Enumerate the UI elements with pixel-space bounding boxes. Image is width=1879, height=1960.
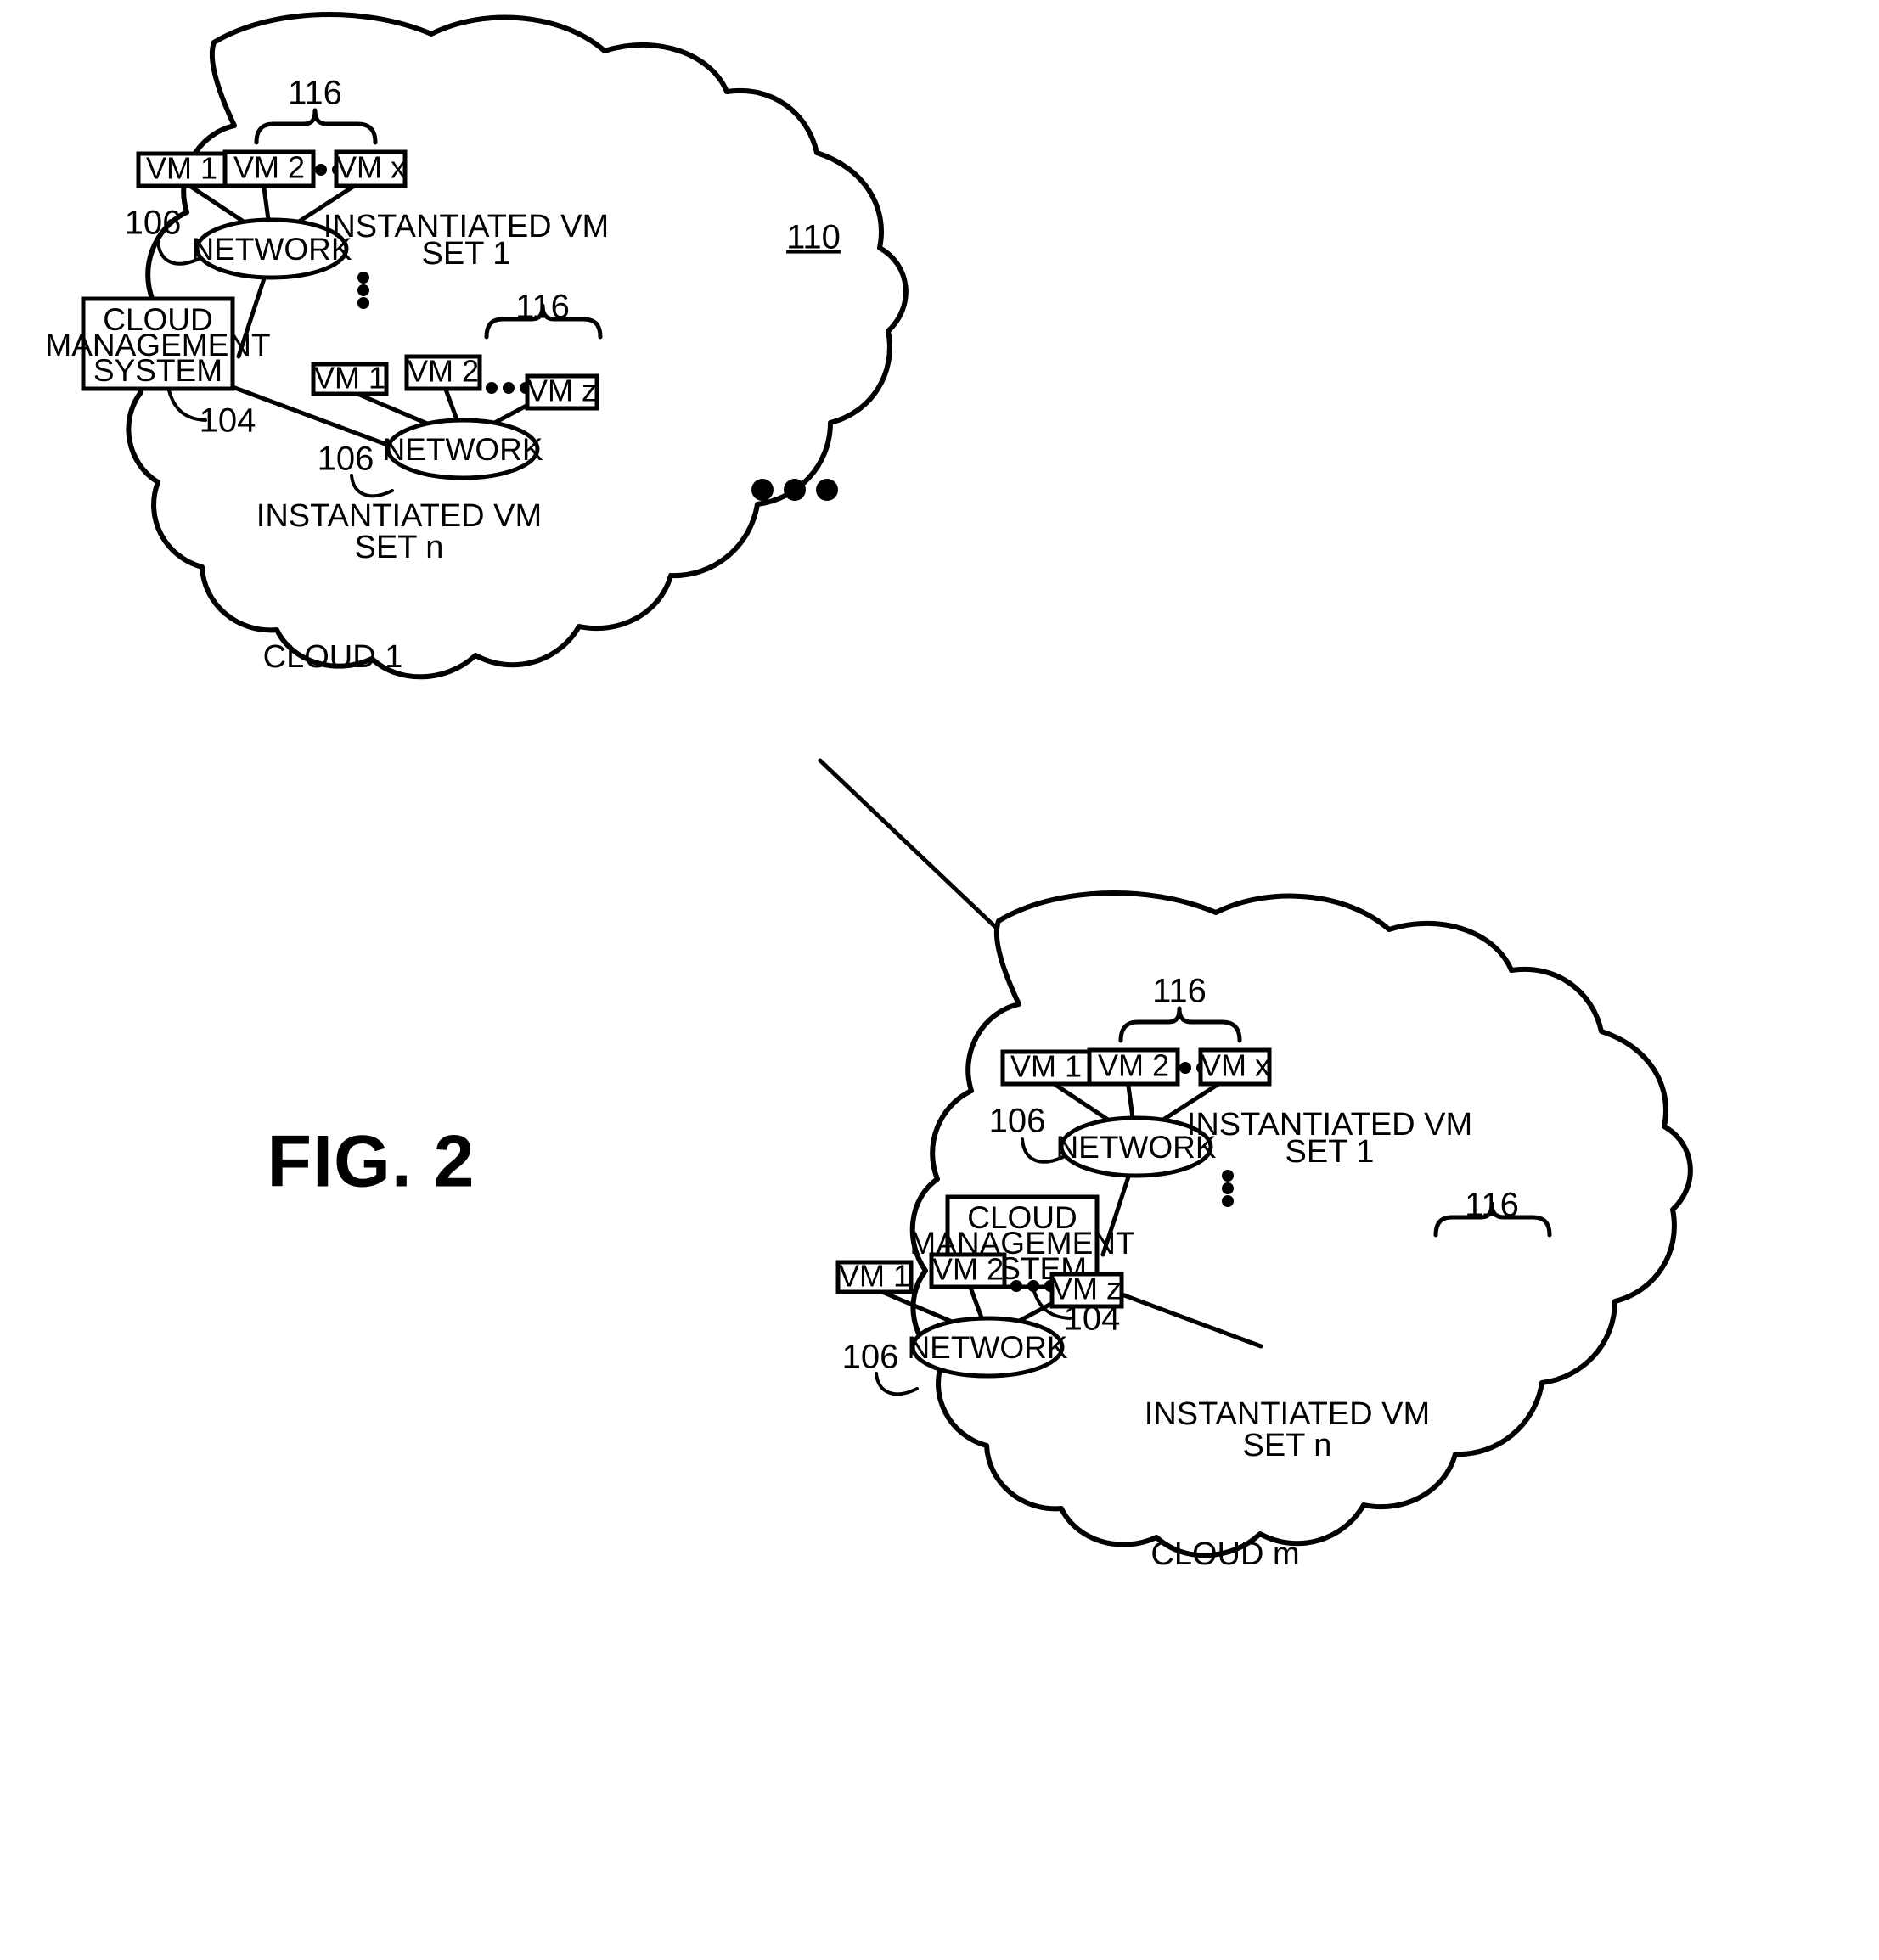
mid-ellipsis-dot-2 bbox=[816, 479, 838, 501]
cm-set1-vmlabel-2: VM x bbox=[1201, 1048, 1270, 1083]
c1-vdot-1 bbox=[357, 284, 369, 296]
cm-vdot-2 bbox=[1222, 1195, 1234, 1207]
cm-set1-ref-116: 116 bbox=[1152, 973, 1207, 1010]
cm-set1-label-2: SET 1 bbox=[1285, 1134, 1375, 1170]
cm-setn-vmlabel-1: VM 2 bbox=[932, 1252, 1004, 1287]
c1-set1-ref-116: 116 bbox=[288, 75, 342, 112]
c1-setn-dot-1 bbox=[503, 382, 515, 394]
cm-setn-dot-0 bbox=[1010, 1280, 1022, 1292]
c1-setn-label-2: SET n bbox=[355, 530, 444, 565]
figure-final: 116 NETWORK 106 VM 1 VM 2 VM x INSTANTIA… bbox=[0, 0, 1879, 1960]
c1-set1-dot-0 bbox=[315, 164, 327, 176]
overall-ref-110: 110 bbox=[786, 219, 841, 256]
c1-vdot-0 bbox=[357, 272, 369, 284]
c1-setn-ref-106: 106 bbox=[318, 441, 374, 478]
cm-setn-dot-1 bbox=[1027, 1280, 1039, 1292]
c1-setn-ref-116: 116 bbox=[515, 289, 570, 326]
c1-set1-vmlabel-1: VM 2 bbox=[233, 150, 305, 185]
cm-setn-vmlabel-0: VM 1 bbox=[839, 1259, 910, 1294]
cm-setn-label-2: SET n bbox=[1243, 1428, 1332, 1463]
cm-set1-vmlabel-0: VM 1 bbox=[1010, 1049, 1082, 1084]
cm-set1-dot-0 bbox=[1179, 1062, 1191, 1074]
c1-set1-label-2: SET 1 bbox=[422, 236, 511, 272]
cm-setn-label-1: INSTANTIATED VM bbox=[1145, 1396, 1430, 1432]
c1-setn-label-1: INSTANTIATED VM bbox=[256, 498, 542, 534]
cm-vdot-1 bbox=[1222, 1182, 1234, 1194]
c1-set1-vmlabel-0: VM 1 bbox=[146, 151, 217, 186]
cm-set1-ref-106: 106 bbox=[989, 1103, 1046, 1140]
c1-cms-line3: SYSTEM bbox=[93, 353, 222, 388]
c1-setn-vmlabel-2: VM z bbox=[527, 373, 597, 408]
c1-ref-104: 104 bbox=[200, 402, 256, 440]
c1-set1-ref-106: 106 bbox=[125, 205, 182, 242]
c1-setn-network-label: NETWORK bbox=[382, 432, 543, 467]
mid-ellipsis-dot-0 bbox=[751, 479, 774, 501]
c1-setn-vmlabel-1: VM 2 bbox=[408, 354, 479, 389]
figure-caption: FIG. 2 bbox=[267, 1121, 475, 1203]
cm-setn-ref-106: 106 bbox=[842, 1339, 899, 1376]
cm-setn-vmlabel-2: VM z bbox=[1052, 1272, 1122, 1306]
patent-figure-2: 116 NETWORK 106 VM 1 VM 2 VM x INSTANTIA… bbox=[0, 0, 1879, 1960]
cloud-m-name-final: CLOUD m bbox=[1150, 1536, 1299, 1572]
cloud-one-name: CLOUD 1 bbox=[263, 639, 403, 675]
mid-ellipsis-dot-1 bbox=[784, 479, 806, 501]
cm-setn-ref-116: 116 bbox=[1465, 1187, 1519, 1224]
c1-set1-vmlabel-2: VM x bbox=[336, 150, 406, 185]
cm-setn-network-label: NETWORK bbox=[907, 1330, 1067, 1365]
cm-set1-vmlabel-1: VM 2 bbox=[1098, 1048, 1169, 1083]
c1-setn-dot-0 bbox=[486, 382, 498, 394]
c1-setn-vmlabel-0: VM 1 bbox=[314, 361, 385, 396]
cm-vdot-0 bbox=[1222, 1170, 1234, 1182]
c1-vdot-2 bbox=[357, 297, 369, 309]
